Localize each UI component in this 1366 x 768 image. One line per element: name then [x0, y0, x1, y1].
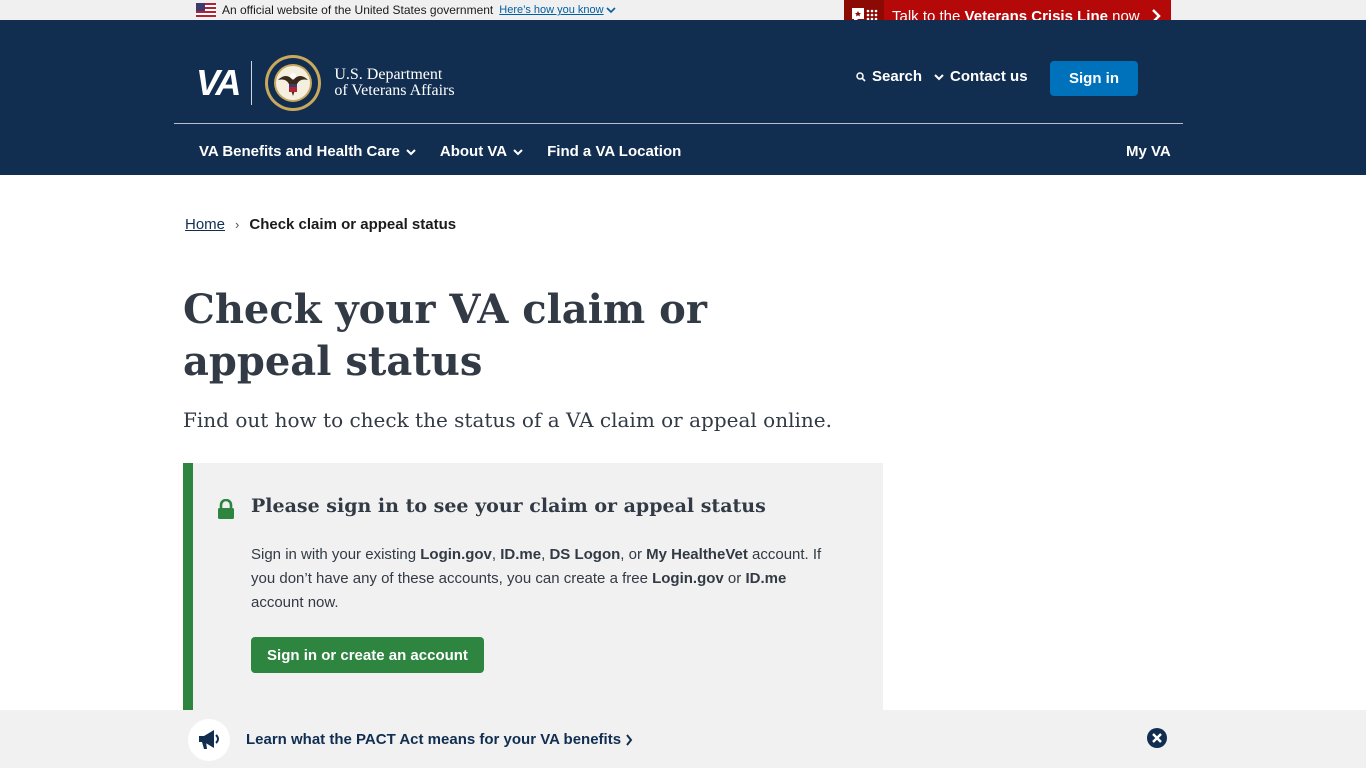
alert-text: ,: [491, 546, 501, 563]
heres-how-you-know-label: Here’s how you know: [499, 4, 604, 16]
alert-text: or: [723, 570, 746, 587]
chevron-down-icon: [406, 148, 416, 155]
sign-in-or-create-account-button[interactable]: Sign in or create an account: [251, 637, 484, 673]
heres-how-you-know-link[interactable]: Here’s how you know: [499, 4, 616, 16]
search-icon: [856, 71, 866, 82]
alert-text: account now.: [251, 594, 339, 611]
ds-logon-text: DS Logon: [549, 546, 621, 563]
dept-line-1: U.S. Department: [334, 66, 443, 83]
megaphone-icon: [199, 730, 219, 749]
chevron-right-icon: [626, 733, 633, 746]
sign-in-alert: Please sign in to see your claim or appe…: [183, 463, 883, 713]
site-header: VA U.S. Department of Veterans Affairs S…: [0, 20, 1366, 175]
pact-act-promo-banner: Learn what the PACT Act means for your V…: [0, 710, 1366, 768]
alert-heading: Please sign in to see your claim or appe…: [251, 495, 766, 517]
breadcrumb-home-link[interactable]: Home: [185, 216, 225, 233]
pact-act-link[interactable]: Learn what the PACT Act means for your V…: [246, 731, 633, 748]
chevron-down-icon: [606, 7, 616, 14]
va-logo-link[interactable]: VA U.S. Department of Veterans Affairs: [196, 54, 455, 112]
gov-banner-text: An official website of the United States…: [222, 3, 494, 17]
header-divider: [174, 123, 1183, 124]
nav-about-va[interactable]: About VA: [440, 143, 523, 160]
pact-act-link-label: Learn what the PACT Act means for your V…: [246, 731, 622, 748]
login-gov-text: Login.gov: [420, 546, 492, 563]
alert-text: Sign in with your existing: [251, 546, 421, 563]
chevron-down-icon: [513, 148, 523, 155]
nav-item-label: Find a VA Location: [547, 143, 682, 160]
nav-item-label: About VA: [439, 143, 508, 160]
intro-text: Find out how to check the status of a VA…: [183, 408, 832, 432]
main-navigation: VA Benefits and Health Care About VA Fin…: [199, 143, 705, 160]
breadcrumb: Home › Check claim or appeal status: [185, 216, 456, 233]
nav-va-benefits[interactable]: VA Benefits and Health Care: [199, 143, 416, 160]
utility-menu: Search Contact us: [856, 68, 1028, 85]
department-name: U.S. Department of Veterans Affairs: [334, 67, 454, 99]
page-title: Check your VA claim or appeal status: [183, 286, 707, 385]
close-icon[interactable]: [1147, 728, 1167, 748]
alert-text: , or: [620, 546, 647, 563]
search-button[interactable]: Search: [856, 68, 950, 85]
contact-us-link[interactable]: Contact us: [950, 68, 1028, 85]
gov-banner-content: An official website of the United States…: [196, 2, 616, 18]
my-va-link[interactable]: My VA: [1126, 143, 1171, 160]
sign-in-button[interactable]: Sign in: [1050, 61, 1138, 96]
alert-body: Sign in with your existing Login.gov, ID…: [251, 543, 831, 615]
nav-item-label: VA Benefits and Health Care: [199, 143, 400, 160]
chevron-down-icon: [934, 73, 944, 80]
breadcrumb-current: Check claim or appeal status: [249, 216, 457, 233]
my-healthevet-text: My HealtheVet: [646, 546, 748, 563]
login-gov-text: Login.gov: [652, 570, 724, 587]
va-seal-icon: [265, 55, 322, 111]
search-label: Search: [872, 68, 923, 85]
us-flag-icon: [196, 3, 216, 17]
id-me-text: ID.me: [500, 546, 542, 563]
breadcrumb-separator: ›: [235, 217, 240, 232]
dept-line-2: of Veterans Affairs: [334, 82, 455, 99]
promo-icon-container: [188, 719, 230, 761]
lock-icon: [218, 499, 234, 519]
va-logo-mark: VA: [196, 62, 241, 103]
logo-divider: [251, 61, 253, 105]
id-me-text: ID.me: [745, 570, 787, 587]
nav-find-va-location[interactable]: Find a VA Location: [547, 143, 681, 160]
